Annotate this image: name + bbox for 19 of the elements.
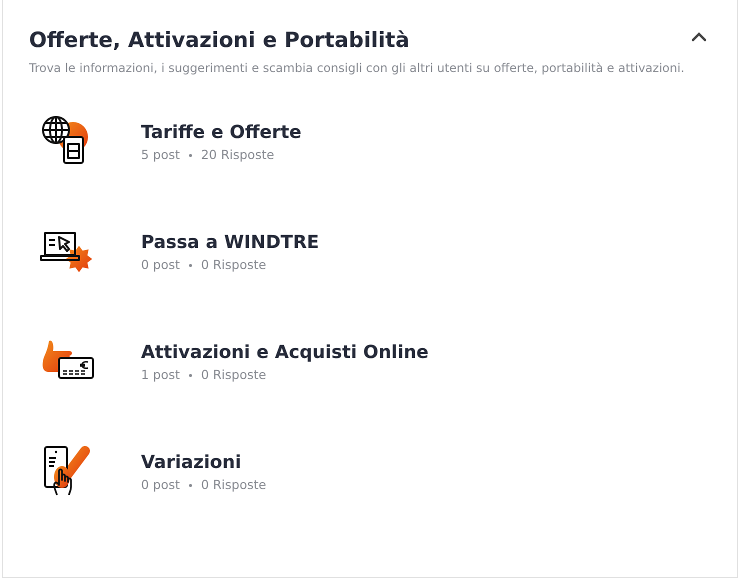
separator-dot-icon xyxy=(188,264,192,268)
chevron-up-icon xyxy=(691,32,707,42)
separator-dot-icon xyxy=(188,374,192,378)
post-count: 5 post xyxy=(141,146,180,164)
separator-dot-icon xyxy=(188,154,192,158)
post-count: 0 post xyxy=(141,476,180,494)
reply-count: 0 Risposte xyxy=(200,476,266,494)
section-title: Offerte, Attivazioni e Portabilità xyxy=(29,28,410,54)
reply-count: 0 Risposte xyxy=(200,366,266,384)
separator-dot-icon xyxy=(188,484,192,488)
board-title-link[interactable]: Variazioni xyxy=(141,452,242,474)
board-title-link[interactable]: Passa a WINDTRE xyxy=(141,232,320,254)
board-title-link[interactable]: Attivazioni e Acquisti Online xyxy=(141,342,429,364)
reply-count: 20 Risposte xyxy=(200,146,274,164)
board-title-link[interactable]: Tariffe e Offerte xyxy=(141,122,302,144)
post-count: 1 post xyxy=(141,366,180,384)
post-count: 0 post xyxy=(141,256,180,274)
section-description: Trova le informazioni, i suggerimenti e scambia consigli con gli altri utenti su offerte, portabilità e attivazioni. xyxy=(29,60,686,78)
reply-count: 0 Risposte xyxy=(200,256,266,274)
